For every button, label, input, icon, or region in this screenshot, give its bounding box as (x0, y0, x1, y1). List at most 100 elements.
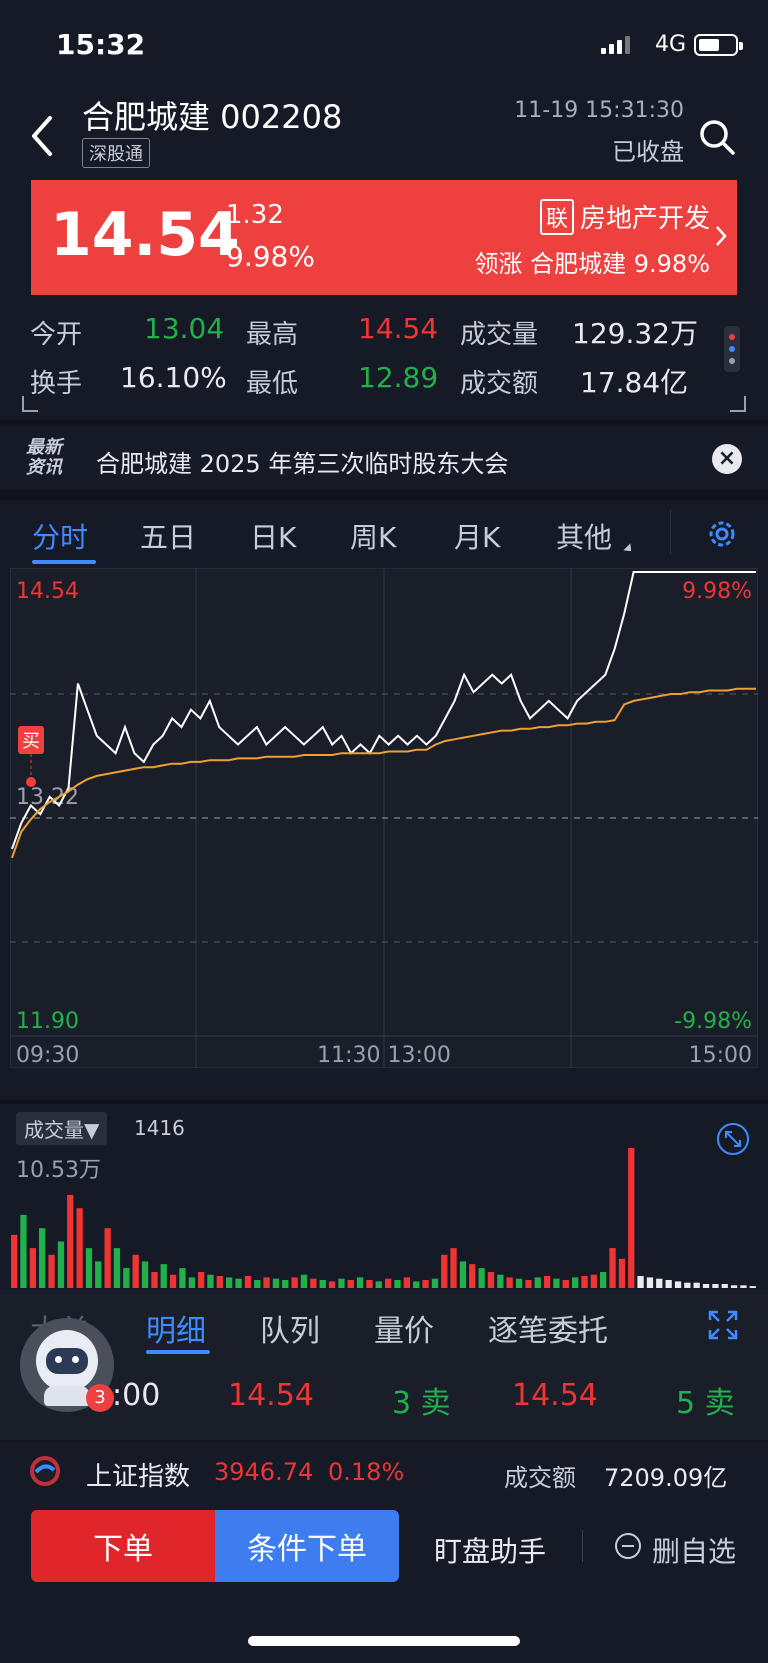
tab-price-volume[interactable]: 量价 (374, 1306, 434, 1350)
volume-bar (151, 1272, 158, 1288)
volume-bar (67, 1194, 74, 1288)
notification-badge: 3 (86, 1384, 114, 1412)
divider (0, 490, 768, 500)
volume-bar (11, 1234, 18, 1288)
volume-bar (356, 1277, 364, 1288)
volume-value: 129.32万 (572, 317, 698, 350)
tab-queue[interactable]: 队列 (260, 1306, 320, 1350)
y-label-mid: 13.22 (16, 785, 79, 810)
tick-price: 14.54 (512, 1378, 598, 1413)
volume-bar (282, 1280, 289, 1288)
divider (0, 1440, 768, 1442)
close-icon[interactable]: × (712, 444, 742, 474)
minus-circle-icon[interactable] (614, 1532, 642, 1560)
volume-bar (431, 1278, 439, 1288)
volume-bar (132, 1254, 139, 1288)
volume-bar (235, 1278, 242, 1288)
volume-bar (263, 1277, 270, 1288)
tick-price: 14.54 (228, 1378, 314, 1413)
leader-name: 合肥城建 (530, 250, 627, 278)
battery-icon (694, 34, 743, 56)
sector-leader[interactable]: 领涨 合肥城建 9.98% (474, 244, 710, 279)
tab-day-k[interactable]: 日K (250, 516, 296, 556)
volume-bar (226, 1277, 233, 1288)
price-change-pct: 9.98% (226, 240, 315, 273)
monitor-helper-button[interactable]: 盯盘助手 (434, 1530, 546, 1570)
volume-bar (441, 1254, 448, 1288)
volume-indicator-select[interactable]: 成交量▼ (16, 1112, 108, 1145)
chevron-right-icon[interactable] (714, 224, 728, 248)
intraday-chart[interactable]: 14.54 13.22 11.90 9.98% -9.98% 09:30 11:… (10, 568, 758, 1068)
turnover-label: 换手 (30, 369, 83, 399)
volume-bar (272, 1278, 280, 1288)
sector-link[interactable]: 联 房地产开发 (539, 198, 710, 235)
tab-week-k[interactable]: 周K (350, 516, 396, 556)
volume-bar (749, 1286, 756, 1288)
search-icon[interactable] (698, 118, 736, 156)
network-label: 4G (654, 32, 686, 57)
tab-five-day[interactable]: 五日 (140, 516, 196, 556)
low-label: 最低 (246, 369, 299, 399)
sector-badge: 联 (539, 198, 574, 235)
news-headline[interactable]: 合肥城建 2025 年第三次临时股东大会 (96, 444, 508, 479)
volume-bar (665, 1280, 672, 1288)
high-value: 14.54 (358, 312, 439, 345)
volume-bar (646, 1277, 654, 1288)
quote-datetime: 11-19 15:31:30 (514, 98, 684, 123)
volume-bar (141, 1261, 149, 1288)
tick-time: :00 (112, 1378, 161, 1413)
tab-details[interactable]: 明细 (146, 1306, 206, 1350)
buy-point (26, 777, 36, 787)
volume-bar (740, 1285, 747, 1288)
divider (0, 420, 768, 426)
stock-title: 合肥城建 002208 (82, 98, 343, 136)
divider (670, 510, 671, 554)
volume-bar (534, 1277, 541, 1288)
volume-bar (450, 1248, 457, 1288)
volume-bar (478, 1268, 485, 1288)
fullscreen-icon[interactable] (708, 1310, 738, 1340)
connect-tag[interactable]: 深股通 (82, 138, 150, 168)
conditional-order-button[interactable]: 条件下单 (215, 1510, 399, 1582)
volume-bar (590, 1274, 597, 1288)
volume-bar (712, 1284, 719, 1288)
tab-other[interactable]: 其他 (556, 516, 612, 556)
volume-bar (394, 1280, 401, 1288)
volume-bar (497, 1274, 504, 1288)
back-icon[interactable] (24, 108, 64, 164)
remove-watchlist-button[interactable]: 删自选 (652, 1530, 736, 1570)
tick-qty: 3 卖 (392, 1386, 451, 1421)
volume-bar (328, 1281, 336, 1288)
volume-bar (113, 1248, 121, 1288)
low-value: 12.89 (358, 361, 439, 394)
gear-icon[interactable] (704, 516, 740, 552)
volume-bar (684, 1282, 691, 1288)
order-button[interactable]: 下单 (31, 1510, 215, 1582)
volume-bar (562, 1280, 569, 1288)
volume-bar (20, 1214, 27, 1288)
volume-bar (300, 1274, 308, 1288)
volume-bar (198, 1272, 205, 1288)
tab-tick-orders[interactable]: 逐笔委托 (488, 1306, 608, 1350)
volume-bar (319, 1280, 326, 1288)
tab-intraday[interactable]: 分时 (32, 516, 88, 556)
dropdown-icon (623, 543, 635, 555)
more-stats-icon[interactable] (724, 326, 740, 372)
tab-month-k[interactable]: 月K (454, 516, 500, 556)
home-indicator[interactable] (248, 1636, 520, 1646)
x-label-midday: 11:30 13:00 (317, 1043, 451, 1068)
volume-bar (403, 1277, 410, 1288)
amount-value: 17.84亿 (580, 366, 689, 399)
volume-bar (95, 1261, 102, 1288)
volume-bar (693, 1282, 700, 1288)
volume-bar (543, 1276, 551, 1288)
volume-bar (338, 1278, 345, 1288)
leader-label: 领涨 (474, 250, 523, 278)
volume-bar (656, 1278, 663, 1288)
buy-marker-label: 买 (22, 731, 40, 752)
index-name[interactable]: 上证指数 (86, 1456, 190, 1493)
volume-bar (702, 1284, 710, 1288)
volume-bar (160, 1264, 167, 1288)
volume-bar (366, 1280, 373, 1288)
volume-bar (730, 1285, 738, 1288)
